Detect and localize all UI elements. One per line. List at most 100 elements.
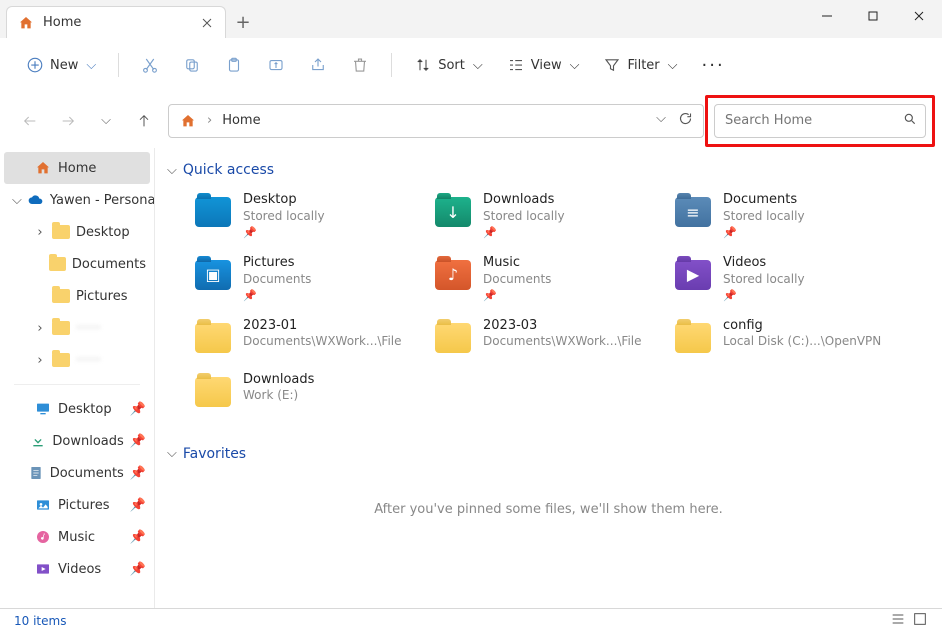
- back-button[interactable]: [16, 107, 44, 135]
- quick-access-grid: Desktop Stored locally 📌 ↓ Downloads Sto…: [161, 188, 936, 416]
- sort-button[interactable]: Sort ⌵: [406, 47, 491, 83]
- quick-access-item[interactable]: ▣ Pictures Documents 📌: [189, 251, 417, 308]
- home-icon: [17, 14, 35, 32]
- sidebar-pin-videos[interactable]: Videos 📌: [0, 553, 154, 585]
- up-button[interactable]: [130, 107, 158, 135]
- item-name: Music: [483, 255, 551, 272]
- search-icon[interactable]: [903, 112, 917, 130]
- recent-locations-button[interactable]: ⌵: [92, 107, 120, 135]
- pin-icon: 📌: [130, 466, 146, 481]
- quick-access-item[interactable]: config Local Disk (C:)...\OpenVPN: [669, 314, 897, 362]
- cut-button[interactable]: [133, 47, 167, 83]
- sidebar-label: Pictures: [76, 289, 127, 304]
- quick-access-item[interactable]: 2023-01 Documents\WXWork...\File: [189, 314, 417, 362]
- item-sublabel: Stored locally: [723, 209, 805, 225]
- quick-access-item[interactable]: ▶ Videos Stored locally 📌: [669, 251, 897, 308]
- sidebar-tree-item[interactable]: ›Desktop: [0, 216, 154, 248]
- item-name: 2023-01: [243, 318, 402, 335]
- folder-icon: ≡: [673, 192, 713, 232]
- search-box[interactable]: [714, 104, 926, 138]
- pictures-icon: [34, 496, 52, 514]
- folder-icon: ♪: [433, 255, 473, 295]
- cloud-icon: [28, 191, 44, 209]
- sidebar-home[interactable]: Home: [4, 152, 150, 184]
- quick-access-item[interactable]: ↓ Downloads Stored locally 📌: [429, 188, 657, 245]
- sidebar-label: Home: [58, 161, 96, 176]
- sidebar-tree-item[interactable]: Pictures: [0, 280, 154, 312]
- pin-icon: 📌: [723, 289, 805, 303]
- view-button[interactable]: View ⌵: [499, 47, 588, 83]
- sidebar-tree-item[interactable]: Documents: [0, 248, 154, 280]
- sidebar-pin-desktop[interactable]: Desktop📌: [0, 393, 154, 425]
- videos-icon: [34, 560, 52, 578]
- section-label: Quick access: [183, 162, 274, 178]
- quick-access-item[interactable]: ♪ Music Documents 📌: [429, 251, 657, 308]
- sidebar-tree-item[interactable]: › ······: [0, 312, 154, 344]
- pin-icon: 📌: [243, 289, 311, 303]
- title-bar: Home +: [0, 0, 942, 38]
- desktop-icon: [34, 400, 52, 418]
- refresh-button[interactable]: [678, 111, 693, 130]
- quick-access-item[interactable]: Downloads Work (E:): [189, 368, 417, 416]
- chevron-right-icon[interactable]: ›: [34, 321, 46, 336]
- item-name: Downloads: [243, 372, 314, 389]
- quick-access-item[interactable]: 2023-03 Documents\WXWork...\File: [429, 314, 657, 362]
- sidebar-pin-documents[interactable]: Documents📌: [0, 457, 154, 489]
- maximize-button[interactable]: [850, 0, 896, 32]
- sidebar-label: ······: [76, 321, 101, 336]
- item-sublabel: Work (E:): [243, 388, 314, 404]
- address-bar[interactable]: › Home ⌵: [168, 104, 704, 138]
- sidebar-label: Music: [58, 530, 95, 545]
- section-quick-access[interactable]: ⌵ Quick access: [161, 158, 936, 188]
- chevron-down-icon[interactable]: ⌵: [656, 111, 666, 130]
- sort-label: Sort: [438, 58, 465, 73]
- sidebar-pin-pictures[interactable]: Pictures📌: [0, 489, 154, 521]
- section-favorites[interactable]: ⌵ Favorites: [161, 442, 936, 472]
- tab-label: Home: [43, 15, 81, 30]
- item-sublabel: Stored locally: [483, 209, 565, 225]
- chevron-right-icon[interactable]: ›: [34, 353, 46, 368]
- filter-button[interactable]: Filter ⌵: [595, 47, 685, 83]
- sidebar-pin-downloads[interactable]: Downloads📌: [0, 425, 154, 457]
- item-sublabel: Stored locally: [723, 272, 805, 288]
- breadcrumb-chevron: ›: [207, 113, 212, 128]
- new-button[interactable]: New ⌵: [18, 47, 104, 83]
- new-tab-button[interactable]: +: [226, 6, 260, 38]
- sidebar-onedrive[interactable]: ⌵ Yawen - Personal: [0, 184, 154, 216]
- chevron-down-icon: ⌵: [167, 163, 177, 178]
- quick-access-item[interactable]: Desktop Stored locally 📌: [189, 188, 417, 245]
- breadcrumb-home[interactable]: Home: [222, 113, 260, 128]
- chevron-down-icon: ⌵: [570, 58, 580, 73]
- forward-button[interactable]: [54, 107, 82, 135]
- chevron-right-icon[interactable]: ›: [34, 225, 46, 240]
- share-button[interactable]: [301, 47, 335, 83]
- home-icon: [179, 112, 197, 130]
- sidebar-tree-item[interactable]: ›······: [0, 344, 154, 376]
- delete-button[interactable]: [343, 47, 377, 83]
- rename-button[interactable]: [259, 47, 293, 83]
- pin-icon: 📌: [130, 562, 146, 577]
- pin-icon: 📌: [483, 226, 565, 240]
- chevron-down-icon: ⌵: [101, 113, 111, 128]
- sidebar-pin-music[interactable]: Music📌: [0, 521, 154, 553]
- quick-access-item[interactable]: ≡ Documents Stored locally 📌: [669, 188, 897, 245]
- divider: [391, 53, 392, 77]
- tab-home[interactable]: Home: [6, 6, 226, 38]
- close-tab-icon[interactable]: [199, 15, 215, 31]
- sidebar-label: Videos: [58, 562, 101, 577]
- folder-icon: [52, 225, 70, 239]
- large-icons-button[interactable]: [912, 611, 928, 630]
- search-input[interactable]: [725, 113, 895, 128]
- folder-icon: [433, 318, 473, 358]
- item-name: config: [723, 318, 881, 335]
- copy-button[interactable]: [175, 47, 209, 83]
- sidebar-label: Downloads: [52, 434, 123, 449]
- more-button[interactable]: ···: [694, 47, 733, 83]
- minimize-button[interactable]: [804, 0, 850, 32]
- pin-icon: 📌: [243, 226, 325, 240]
- close-window-button[interactable]: [896, 0, 942, 32]
- paste-button[interactable]: [217, 47, 251, 83]
- chevron-down-icon[interactable]: ⌵: [12, 193, 22, 208]
- details-view-button[interactable]: [890, 611, 906, 630]
- sidebar-label: Yawen - Personal: [50, 193, 154, 208]
